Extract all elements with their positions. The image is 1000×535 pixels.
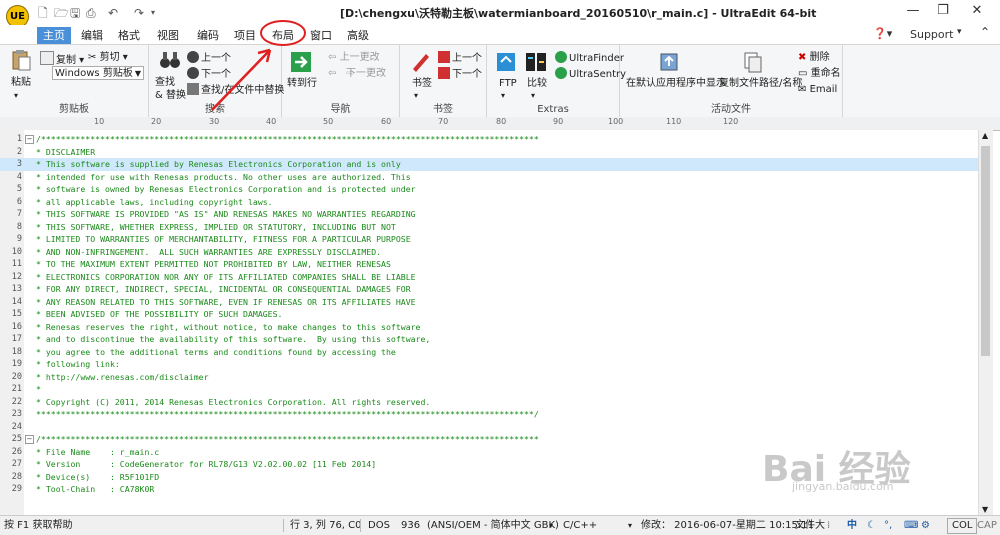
annotation-overlay [211, 20, 306, 111]
annotation-arrow [211, 49, 271, 111]
annotation-circle [260, 20, 306, 46]
